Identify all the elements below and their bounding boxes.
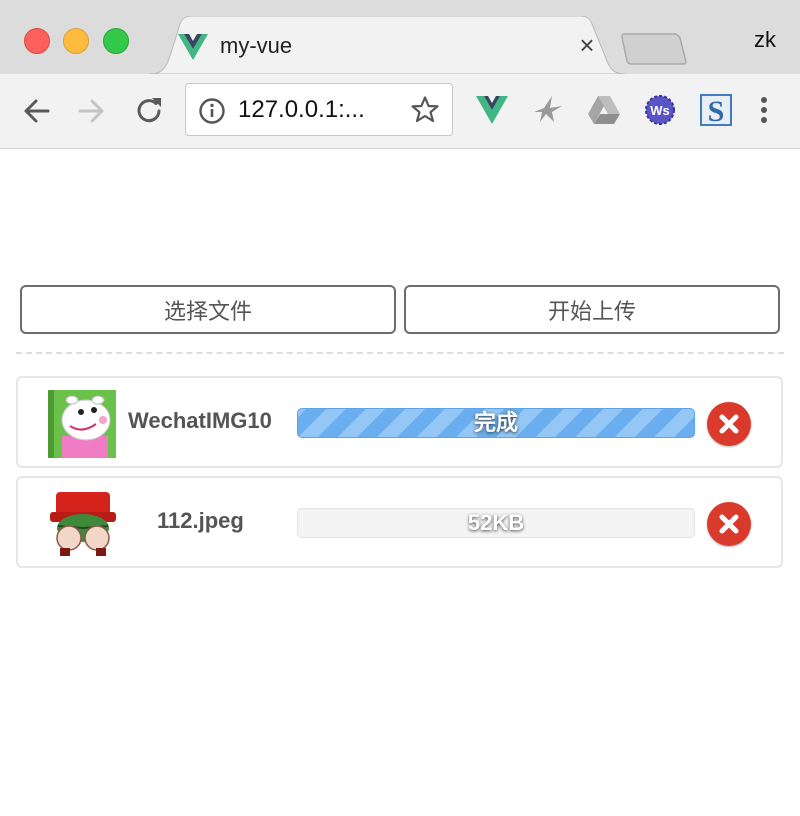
file-name: 112.jpeg	[157, 508, 244, 533]
bookmark-star-icon[interactable]	[410, 95, 440, 125]
vue-devtools-icon[interactable]	[474, 92, 510, 128]
s-icon[interactable]: S	[698, 92, 734, 128]
forward-arrow-icon[interactable]	[74, 94, 108, 128]
upload-status: 52KB	[467, 510, 525, 535]
upload-status: 完成	[473, 410, 518, 435]
browser-tab[interactable]: my-vue ×	[150, 16, 625, 74]
browser-titlebar: my-vue × zk	[0, 0, 800, 74]
upload-progress-bar: 完成	[297, 408, 695, 438]
address-bar[interactable]: 127.0.0.1:...	[185, 83, 453, 136]
select-file-button[interactable]: 选择文件	[20, 285, 396, 334]
tab-close-icon[interactable]: ×	[574, 30, 600, 60]
remove-file-button[interactable]	[707, 402, 751, 446]
browser-toolbar: 127.0.0.1:... Ws S	[0, 74, 800, 149]
info-icon[interactable]	[198, 97, 226, 125]
reload-icon[interactable]	[132, 94, 166, 128]
upload-progress-bar: 52KB	[297, 508, 695, 538]
svg-text:S: S	[708, 95, 725, 128]
file-list-item: WechatIMG10 完成	[16, 376, 783, 468]
bird-icon[interactable]	[530, 92, 566, 128]
ws-icon[interactable]: Ws	[642, 92, 678, 128]
menu-dots-icon[interactable]	[754, 94, 774, 128]
drive-icon[interactable]	[586, 92, 622, 128]
tab-title: my-vue	[220, 33, 293, 58]
start-upload-button[interactable]: 开始上传	[404, 285, 780, 334]
svg-text:Ws: Ws	[650, 103, 670, 118]
file-thumbnail	[48, 390, 116, 458]
divider	[16, 352, 784, 354]
file-list-item: 112.jpeg 52KB	[16, 476, 783, 568]
file-name: WechatIMG10	[128, 408, 272, 433]
close-window-button[interactable]	[24, 28, 50, 54]
new-tab-button[interactable]	[620, 32, 690, 66]
url-text[interactable]: 127.0.0.1:...	[238, 96, 365, 124]
profile-name[interactable]: zk	[754, 27, 776, 53]
back-arrow-icon[interactable]	[20, 94, 54, 128]
vue-logo-icon	[178, 34, 208, 60]
maximize-window-button[interactable]	[103, 28, 129, 54]
minimize-window-button[interactable]	[63, 28, 89, 54]
file-thumbnail	[44, 486, 122, 562]
remove-file-button[interactable]	[707, 502, 751, 546]
